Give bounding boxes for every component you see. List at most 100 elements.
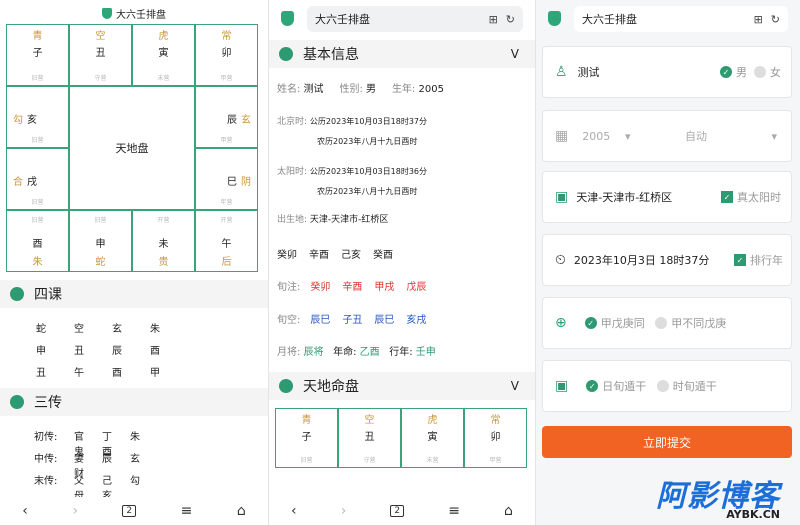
true-solar-option[interactable]: 真太阳时 [737, 189, 781, 205]
tianjiang-label: 空 [364, 415, 375, 426]
option-c[interactable]: 日旬遁干 [602, 378, 646, 394]
place-input[interactable]: 天津-天津市-红桥区 [576, 189, 672, 205]
auto-dropdown-icon[interactable]: ▾ [771, 130, 777, 143]
pan-cell: 空丑守营 [338, 408, 401, 468]
female-option[interactable]: 女 [770, 64, 781, 80]
option-d[interactable]: 时旬遁干 [673, 378, 717, 394]
tianjiang-label: 青 [32, 31, 43, 42]
radio-off-icon[interactable] [754, 66, 766, 78]
id-card-icon: ▣ [555, 189, 569, 205]
home-icon[interactable]: ⌂ [237, 503, 246, 519]
tianjiang-label: 后 [221, 257, 232, 268]
pan-cell: 旧营酉朱 [6, 210, 69, 272]
sanchuan-header: 三传 [0, 388, 268, 416]
basic-info-header[interactable]: 基本信息 V [269, 40, 535, 68]
check-icon[interactable]: ✓ [586, 380, 599, 392]
auto-select[interactable]: 自动 [685, 128, 707, 144]
branch-label: 卯 [490, 432, 501, 443]
male-option[interactable]: 男 [736, 64, 747, 80]
tiandi-ming-title: 天地命盘 [303, 379, 359, 395]
checkbox-icon[interactable]: ✓ [721, 191, 733, 203]
pan-cell: 合戌旧营 [6, 148, 69, 210]
bazi-pillar: 辛酉 [309, 250, 329, 261]
sub-label: 旧营 [31, 137, 44, 144]
rule-card: ⊕ ✓ 甲戊庚同 甲不同戊庚 [542, 297, 792, 349]
tiandi-ming-header[interactable]: 天地命盘 V [269, 372, 535, 400]
bottom-nav: ‹ › 2 ≡ ⌂ [0, 497, 268, 525]
sanchuan-title: 三传 [34, 395, 62, 411]
nianming-value: 乙酉 [359, 347, 380, 358]
clock-icon: ⏲ [555, 252, 566, 268]
year-select[interactable]: 2005 [582, 130, 610, 143]
sub-label: 开营 [157, 217, 170, 224]
sub-label: 年营 [220, 199, 233, 206]
sub-label: 未营 [157, 75, 170, 82]
table-cell: 辰 [112, 346, 122, 357]
place-row: 出生地: 天津-天津市-红桥区 [277, 215, 389, 225]
section-icon [10, 395, 24, 409]
tabs-button[interactable]: 2 [122, 505, 137, 517]
menu-icon[interactable]: ≡ [448, 503, 460, 519]
menu-icon[interactable]: ≡ [181, 503, 193, 519]
table-cell: 蛇 [36, 324, 46, 335]
section-icon [279, 379, 293, 393]
check-icon[interactable]: ✓ [584, 317, 597, 329]
radio-off-icon[interactable] [655, 317, 668, 329]
shield-icon [102, 7, 112, 19]
submit-button[interactable]: 立即提交 [542, 426, 792, 458]
tianjiang-label: 空 [95, 31, 106, 42]
xunkong-value: 辰巳 [374, 315, 395, 326]
name-input[interactable]: 测试 [578, 64, 600, 80]
bookmark-icon[interactable]: ⊞ [489, 13, 498, 26]
bazi-pillar: 癸卯 [277, 250, 297, 261]
datetime-input[interactable]: 2023年10月3日 18时37分 [574, 252, 709, 268]
option-b[interactable]: 甲不同戊庚 [671, 315, 726, 331]
refresh-icon[interactable]: ↻ [506, 13, 515, 26]
forward-icon[interactable]: › [341, 503, 347, 519]
panel-pan-view: 大六壬排盘 青子旧营空丑守营虎寅未营常卯甲营勾亥旧营合戌旧营玄辰甲营阴巳年营 旧营… [0, 0, 268, 525]
bazi-pillar: 癸酉 [373, 250, 393, 261]
tianjiang-label: 玄 [241, 115, 251, 126]
collapse-chevron-icon[interactable]: V [511, 379, 519, 393]
xunzhu-value: 辛酉 [342, 282, 363, 293]
checkbox-icon[interactable]: ✓ [734, 254, 746, 266]
home-icon[interactable]: ⌂ [504, 503, 513, 519]
branch-label: 丑 [95, 48, 106, 59]
bazi-pillar: 己亥 [341, 250, 361, 261]
pan-cell: 空丑守营 [69, 24, 132, 86]
calendar-icon: ▦ [555, 128, 569, 144]
back-icon[interactable]: ‹ [291, 503, 297, 519]
back-icon[interactable]: ‹ [22, 503, 28, 519]
refresh-icon[interactable]: ↻ [771, 13, 780, 26]
forward-icon[interactable]: › [72, 503, 78, 519]
radio-off-icon[interactable] [656, 380, 669, 392]
tianjiang-label: 勾 [13, 115, 23, 126]
pan-cell: 虎寅未营 [132, 24, 195, 86]
url-bar[interactable]: 大六壬排盘 ⊞ ↻ [307, 6, 523, 32]
xun-card: ▣ ✓ 日旬遁干 时旬遁干 [542, 360, 792, 412]
tianjiang-label: 阴 [241, 177, 251, 188]
year-dropdown-icon[interactable]: ▾ [625, 130, 631, 143]
sub-label: 甲营 [220, 75, 233, 82]
sub-label: 旧营 [300, 457, 313, 464]
order-year-option[interactable]: 排行年 [750, 252, 783, 268]
branch-label: 子 [32, 48, 43, 59]
tianjiang-label: 青 [301, 415, 312, 426]
check-icon[interactable]: ✓ [720, 66, 732, 78]
branch-label: 寅 [427, 432, 438, 443]
xunzhu-value: 甲戌 [374, 282, 395, 293]
tabs-button[interactable]: 2 [390, 505, 405, 517]
branch-label: 亥 [27, 115, 37, 126]
xunzhu-value: 癸卯 [310, 282, 331, 293]
tianjiang-label: 虎 [158, 31, 169, 42]
bookmark-icon[interactable]: ⊞ [754, 13, 763, 26]
table-cell: 申 [36, 346, 46, 357]
collapse-chevron-icon[interactable]: V [511, 47, 519, 61]
xingnian-value: 壬申 [415, 347, 436, 358]
target-icon: ⊕ [555, 315, 567, 331]
year-card: ▦ 2005 ▾ 自动 ▾ [542, 110, 792, 162]
sub-label: 开营 [220, 217, 233, 224]
url-bar[interactable]: 大六壬排盘 ⊞ ↻ [574, 6, 788, 32]
branch-label: 辰 [227, 115, 237, 126]
option-a[interactable]: 甲戊庚同 [601, 315, 645, 331]
